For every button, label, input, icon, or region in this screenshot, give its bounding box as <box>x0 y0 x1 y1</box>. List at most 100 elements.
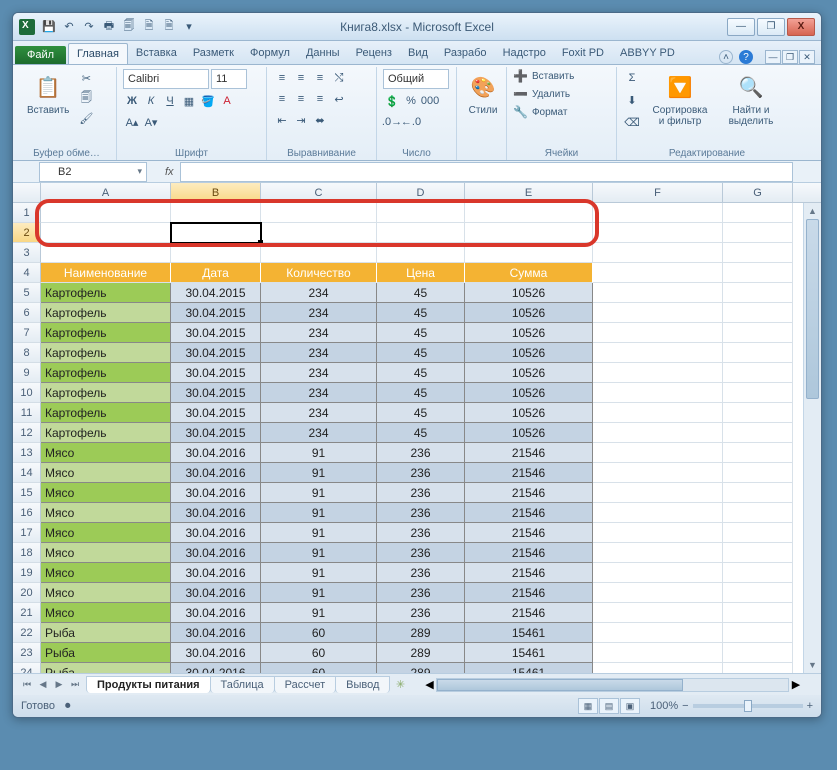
cell[interactable]: 30.04.2016 <box>171 663 261 673</box>
cell[interactable] <box>723 523 793 543</box>
cell[interactable]: 10526 <box>465 323 593 343</box>
ribbon-tab[interactable]: Данны <box>298 43 348 64</box>
cell[interactable]: 236 <box>377 583 465 603</box>
zoom-control[interactable]: 100% − + <box>650 700 813 712</box>
cell[interactable]: 10526 <box>465 383 593 403</box>
cell[interactable] <box>723 203 793 223</box>
help-icon[interactable]: ? <box>739 50 753 64</box>
cell[interactable] <box>171 203 261 223</box>
cell[interactable]: 45 <box>377 343 465 363</box>
select-all-corner[interactable] <box>13 183 41 202</box>
cell[interactable] <box>723 423 793 443</box>
row-header[interactable]: 6 <box>13 303 41 323</box>
cell[interactable] <box>593 223 723 243</box>
font-name-combo[interactable]: Calibri <box>123 69 209 89</box>
sheet-tab[interactable]: Вывод <box>335 676 390 693</box>
cell[interactable]: 30.04.2016 <box>171 603 261 623</box>
cell[interactable]: Картофель <box>41 303 171 323</box>
cell[interactable]: Мясо <box>41 483 171 503</box>
cell[interactable]: 234 <box>261 403 377 423</box>
percent-icon[interactable]: % <box>402 92 420 110</box>
ribbon-tab[interactable]: Главная <box>68 43 128 64</box>
zoom-thumb[interactable] <box>744 700 752 712</box>
currency-icon[interactable]: 💲 <box>383 92 401 110</box>
row-header[interactable]: 14 <box>13 463 41 483</box>
cell[interactable]: Картофель <box>41 403 171 423</box>
row-header[interactable]: 5 <box>13 283 41 303</box>
row-header[interactable]: 7 <box>13 323 41 343</box>
ribbon-tab[interactable]: Вставка <box>128 43 185 64</box>
mdi-restore-button[interactable]: ❐ <box>782 50 798 64</box>
merge-icon[interactable]: ⬌ <box>311 111 329 129</box>
ribbon-tab[interactable]: Разметк <box>185 43 242 64</box>
cell[interactable]: 91 <box>261 583 377 603</box>
cell[interactable]: 30.04.2015 <box>171 283 261 303</box>
minimize-ribbon-icon[interactable]: ˄ <box>719 50 733 64</box>
sheet-tab[interactable]: Рассчет <box>274 676 337 693</box>
maximize-button[interactable]: ❐ <box>757 18 785 36</box>
cell[interactable]: 30.04.2015 <box>171 403 261 423</box>
page-layout-view-icon[interactable]: ▤ <box>599 698 619 714</box>
ribbon-tab[interactable]: Разрабо <box>436 43 495 64</box>
cell[interactable]: 45 <box>377 383 465 403</box>
cell[interactable]: 45 <box>377 303 465 323</box>
cell[interactable] <box>723 583 793 603</box>
paste-button[interactable]: 📋 Вставить <box>23 69 73 118</box>
align-left-icon[interactable]: ≡ <box>273 90 291 108</box>
cell[interactable] <box>593 563 723 583</box>
cell[interactable]: 10526 <box>465 403 593 423</box>
worksheet-grid[interactable]: ABCDEFG 1234НаименованиеДатаКоличествоЦе… <box>13 183 821 673</box>
close-button[interactable]: X <box>787 18 815 36</box>
cell[interactable] <box>723 383 793 403</box>
cell[interactable]: 91 <box>261 603 377 623</box>
styles-button[interactable]: 🎨 Стили <box>463 69 503 118</box>
align-top-icon[interactable]: ≡ <box>273 69 291 87</box>
zoom-out-icon[interactable]: − <box>682 700 688 712</box>
shrink-font-icon[interactable]: A▾ <box>142 113 160 131</box>
cell[interactable] <box>593 383 723 403</box>
align-bottom-icon[interactable]: ≡ <box>311 69 329 87</box>
cell[interactable] <box>171 223 261 243</box>
cut-icon[interactable]: ✂ <box>77 69 95 87</box>
cell[interactable]: Наименование <box>41 263 171 283</box>
sort-filter-button[interactable]: 🔽 Сортировка и фильтр <box>645 69 715 129</box>
qat-more-icon[interactable]: ▾ <box>181 19 197 35</box>
cell[interactable] <box>593 443 723 463</box>
cell[interactable]: Рыба <box>41 643 171 663</box>
format-cells-button[interactable]: 🔧Формат <box>513 105 567 119</box>
qat-btn[interactable]: 🗎 <box>141 19 157 35</box>
cell[interactable]: Картофель <box>41 383 171 403</box>
cell[interactable]: 30.04.2015 <box>171 383 261 403</box>
row-header[interactable]: 18 <box>13 543 41 563</box>
cell[interactable]: 30.04.2016 <box>171 463 261 483</box>
save-icon[interactable]: 💾 <box>41 19 57 35</box>
cell[interactable]: 21546 <box>465 583 593 603</box>
cell[interactable] <box>261 223 377 243</box>
row-header[interactable]: 11 <box>13 403 41 423</box>
cell[interactable] <box>593 643 723 663</box>
cell[interactable] <box>593 623 723 643</box>
cell[interactable]: Рыба <box>41 663 171 673</box>
cell[interactable] <box>723 463 793 483</box>
cell[interactable] <box>465 203 593 223</box>
decrease-indent-icon[interactable]: ⇤ <box>273 111 291 129</box>
cell[interactable]: Мясо <box>41 603 171 623</box>
cell[interactable] <box>593 603 723 623</box>
minimize-button[interactable]: — <box>727 18 755 36</box>
ribbon-tab[interactable]: Foxit PD <box>554 43 612 64</box>
cell[interactable]: 21546 <box>465 603 593 623</box>
row-header[interactable]: 20 <box>13 583 41 603</box>
cell[interactable]: 236 <box>377 603 465 623</box>
cell[interactable] <box>723 343 793 363</box>
cell[interactable] <box>377 203 465 223</box>
qat-btn[interactable]: 🗐 <box>121 19 137 35</box>
cell[interactable]: 45 <box>377 363 465 383</box>
cell[interactable]: 236 <box>377 503 465 523</box>
cell[interactable]: 234 <box>261 323 377 343</box>
cell[interactable]: 234 <box>261 303 377 323</box>
cell[interactable]: 60 <box>261 643 377 663</box>
cell[interactable] <box>723 403 793 423</box>
cell[interactable] <box>593 583 723 603</box>
row-header[interactable]: 10 <box>13 383 41 403</box>
cell[interactable] <box>261 203 377 223</box>
